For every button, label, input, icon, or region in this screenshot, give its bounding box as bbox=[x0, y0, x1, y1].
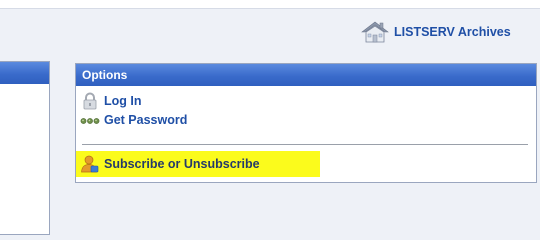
password-dots-icon bbox=[80, 111, 100, 129]
options-panel: Options Log In Get Password Subscribe or… bbox=[75, 63, 537, 183]
options-divider bbox=[82, 144, 528, 145]
user-icon bbox=[80, 155, 100, 173]
subscribe-unsubscribe-label: Subscribe or Unsubscribe bbox=[104, 157, 260, 171]
log-in-label: Log In bbox=[104, 94, 142, 108]
get-password-label: Get Password bbox=[104, 113, 188, 127]
listserv-archives-link[interactable]: LISTSERV Archives bbox=[360, 19, 511, 45]
lock-icon bbox=[80, 92, 100, 110]
left-panel-header bbox=[0, 62, 49, 84]
subscribe-unsubscribe-link[interactable]: Subscribe or Unsubscribe bbox=[76, 151, 320, 177]
log-in-link[interactable]: Log In bbox=[80, 92, 142, 110]
options-panel-title: Options bbox=[76, 64, 536, 86]
home-icon bbox=[360, 19, 390, 45]
listserv-archives-label: LISTSERV Archives bbox=[394, 25, 511, 39]
left-panel bbox=[0, 61, 50, 235]
page-top-border bbox=[0, 8, 540, 9]
get-password-link[interactable]: Get Password bbox=[80, 111, 187, 129]
